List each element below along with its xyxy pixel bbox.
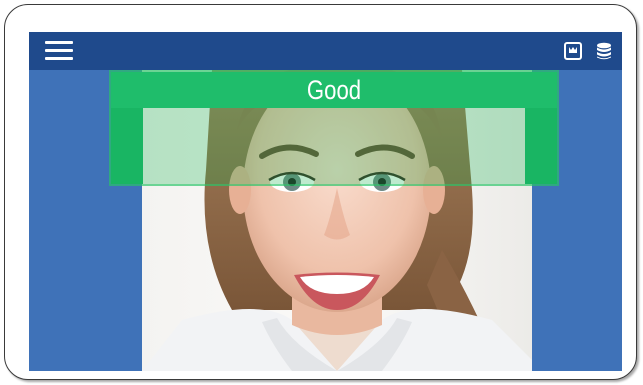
top-app-bar xyxy=(29,32,622,70)
app-screen: Good xyxy=(29,32,622,371)
hamburger-menu-icon[interactable] xyxy=(45,41,73,61)
face-detection-box: Good xyxy=(109,70,559,186)
camera-icon[interactable] xyxy=(564,42,582,60)
detection-status-label: Good xyxy=(306,75,362,105)
database-icon[interactable] xyxy=(595,42,613,60)
detection-status-band: Good xyxy=(111,72,557,108)
tablet-frame: Good xyxy=(4,4,637,380)
